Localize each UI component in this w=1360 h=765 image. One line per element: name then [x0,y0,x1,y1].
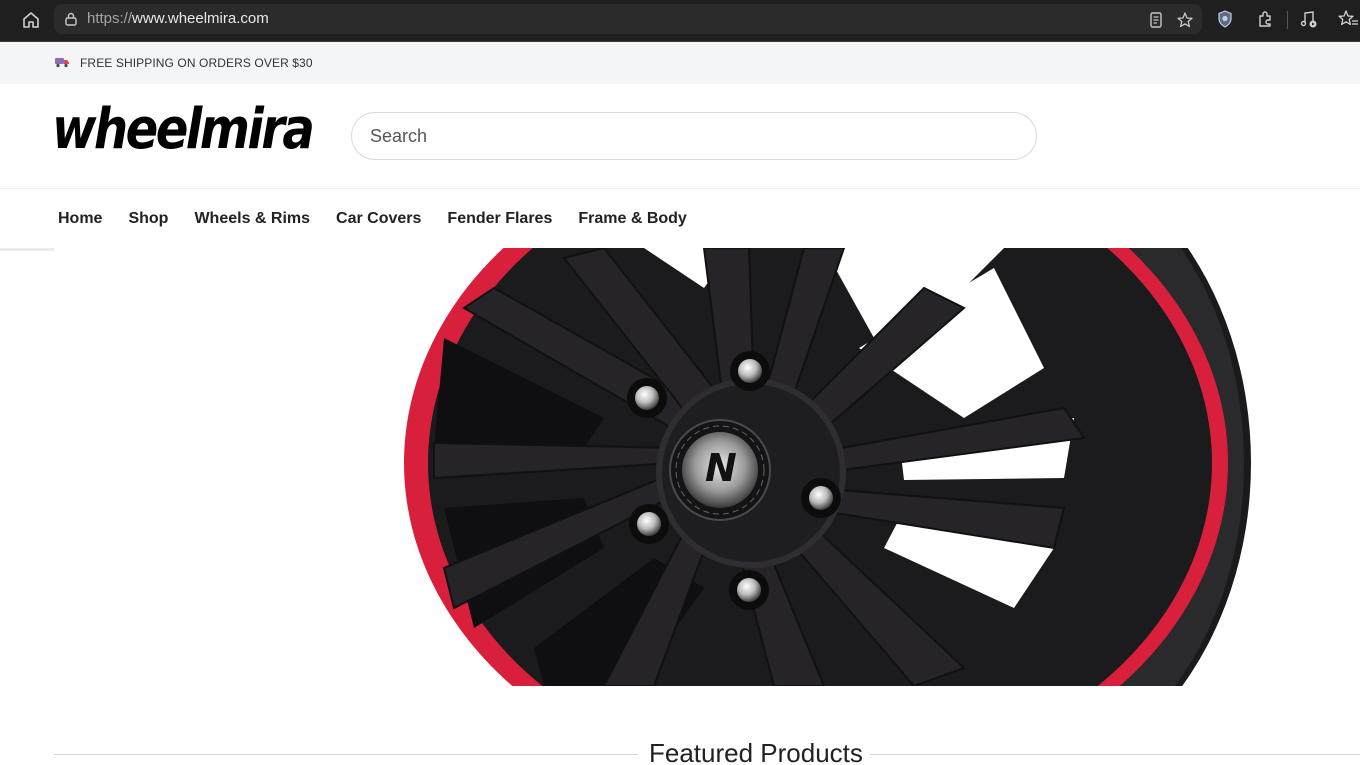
nav-item-home[interactable]: Home [58,210,102,232]
site-logo[interactable]: wheelmira [52,100,315,160]
url-protocol: https:// [87,10,133,27]
nav-item-car-covers[interactable]: Car Covers [336,210,421,232]
browser-toolbar: https://www.wheelmira.com [0,0,1360,42]
reader-icon[interactable] [1147,11,1165,29]
nav-item-wheels-rims[interactable]: Wheels & Rims [194,210,310,232]
favorites-icon[interactable] [1338,9,1358,29]
shield-icon[interactable] [1215,9,1235,29]
nav-item-frame-body[interactable]: Frame & Body [578,210,686,232]
url-host: www.wheelmira.com [132,10,269,27]
media-icon[interactable] [1299,9,1319,29]
main-nav: Home Shop Wheels & Rims Car Covers Fende… [58,210,713,232]
lock-icon[interactable] [63,11,79,27]
nav-active-indicator [0,248,54,251]
hero-banner[interactable]: N [404,248,1264,686]
nav-item-fender-flares[interactable]: Fender Flares [447,210,552,232]
header-divider [0,188,1360,189]
announcement-text: FREE SHIPPING ON ORDERS OVER $30 [80,56,313,70]
search-input[interactable] [351,112,1037,160]
home-icon[interactable] [20,9,42,31]
featured-divider-left [54,754,638,755]
address-bar[interactable]: https://www.wheelmira.com [54,4,1202,34]
toolbar-separator [1287,11,1288,29]
extensions-icon[interactable] [1255,9,1275,29]
truck-icon [55,58,69,68]
featured-products-heading: Featured Products [649,738,863,765]
nav-item-shop[interactable]: Shop [128,210,168,232]
featured-divider-right [870,754,1360,755]
hub-badge: N [705,446,737,490]
url-text[interactable]: https://www.wheelmira.com [87,10,269,27]
star-icon[interactable] [1176,11,1194,29]
hero-wheel-image [404,248,1251,686]
announcement-bar: FREE SHIPPING ON ORDERS OVER $30 [0,42,1360,84]
